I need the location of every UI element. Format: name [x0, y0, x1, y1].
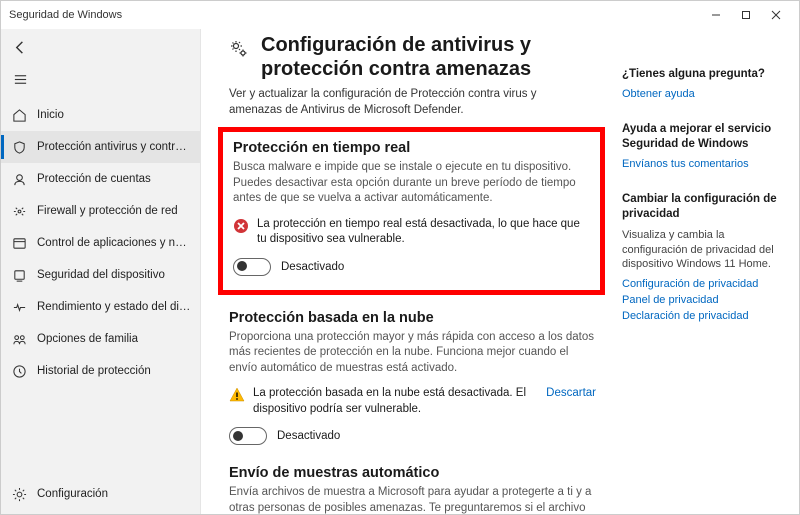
section-sample-submission: Envío de muestras automático Envía archi…	[229, 465, 596, 514]
rail-privacy-desc: Visualiza y cambia la configuración de p…	[622, 228, 785, 273]
warning-icon	[229, 387, 245, 403]
right-rail: ¿Tienes alguna pregunta? Obtener ayuda A…	[614, 29, 799, 514]
rail-privacy: Cambiar la configuración de privacidad V…	[622, 192, 785, 322]
nav-family-options[interactable]: Opciones de familia	[1, 323, 200, 355]
nav-protection-history[interactable]: Historial de protección	[1, 355, 200, 387]
window-title: Seguridad de Windows	[9, 9, 122, 21]
toggle-track	[233, 258, 271, 276]
rail-help-title: ¿Tienes alguna pregunta?	[622, 67, 785, 82]
cloud-dismiss-link[interactable]: Descartar	[546, 386, 596, 402]
rail-privacy-title: Cambiar la configuración de privacidad	[622, 192, 785, 222]
rail-feedback-title: Ayuda a mejorar el servicio Seguridad de…	[622, 122, 785, 152]
rail-help: ¿Tienes alguna pregunta? Obtener ayuda	[622, 67, 785, 100]
cloud-desc: Proporciona una protección mayor y más r…	[229, 330, 596, 377]
nav-device-security[interactable]: Seguridad del dispositivo	[1, 259, 200, 291]
device-security-icon	[11, 267, 27, 283]
gear-icon	[11, 486, 27, 502]
nav-account-protection[interactable]: Protección de cuentas	[1, 163, 200, 195]
window-minimize-button[interactable]	[701, 3, 731, 27]
app-control-icon	[11, 235, 27, 251]
page-title: Configuración de antivirus y protección …	[261, 33, 596, 81]
samples-desc: Envía archivos de muestra a Microsoft pa…	[229, 485, 596, 514]
realtime-toggle[interactable]: Desactivado	[233, 258, 590, 276]
account-icon	[11, 171, 27, 187]
nav-app-browser-control[interactable]: Control de aplicaciones y navegador	[1, 227, 200, 259]
realtime-toggle-label: Desactivado	[281, 261, 344, 273]
cloud-toggle-label: Desactivado	[277, 430, 340, 442]
window-maximize-button[interactable]	[731, 3, 761, 27]
cloud-title: Protección basada en la nube	[229, 310, 596, 326]
privacy-dashboard-link[interactable]: Panel de privacidad	[622, 294, 785, 306]
home-icon	[11, 107, 27, 123]
content-area: Configuración de antivirus y protección …	[201, 29, 614, 514]
error-icon	[233, 218, 249, 234]
nav-firewall[interactable]: Firewall y protección de red	[1, 195, 200, 227]
family-icon	[11, 331, 27, 347]
cloud-alert: La protección basada en la nube está des…	[229, 386, 596, 417]
menu-button[interactable]	[3, 63, 37, 95]
realtime-title: Protección en tiempo real	[233, 140, 590, 156]
nav-device-performance[interactable]: Rendimiento y estado del dispositivo	[1, 291, 200, 323]
rail-feedback: Ayuda a mejorar el servicio Seguridad de…	[622, 122, 785, 170]
samples-title: Envío de muestras automático	[229, 465, 596, 481]
page-gear-icon	[229, 33, 249, 61]
sidebar: Inicio Protección antivirus y contra ame…	[1, 29, 201, 514]
realtime-desc: Busca malware e impide que se instale o …	[233, 160, 590, 207]
toggle-track	[229, 427, 267, 445]
health-icon	[11, 299, 27, 315]
firewall-icon	[11, 203, 27, 219]
nav-settings[interactable]: Configuración	[1, 478, 200, 510]
nav-virus-protection[interactable]: Protección antivirus y contra amenazas	[1, 131, 200, 163]
section-cloud-protection: Protección basada en la nube Proporciona…	[229, 310, 596, 446]
back-button[interactable]	[3, 31, 37, 63]
get-help-link[interactable]: Obtener ayuda	[622, 88, 785, 100]
cloud-alert-text: La protección basada en la nube está des…	[253, 386, 528, 417]
nav-list: Inicio Protección antivirus y contra ame…	[1, 99, 200, 478]
feedback-link[interactable]: Envíanos tus comentarios	[622, 158, 785, 170]
section-realtime-protection: Protección en tiempo real Busca malware …	[223, 132, 600, 290]
realtime-alert-text: La protección en tiempo real está desact…	[257, 217, 590, 248]
cloud-toggle[interactable]: Desactivado	[229, 427, 596, 445]
title-bar: Seguridad de Windows	[1, 1, 799, 29]
window-close-button[interactable]	[761, 3, 791, 27]
nav-home[interactable]: Inicio	[1, 99, 200, 131]
shield-icon	[11, 139, 27, 155]
page-description: Ver y actualizar la configuración de Pro…	[229, 87, 589, 118]
realtime-alert: La protección en tiempo real está desact…	[233, 217, 590, 248]
privacy-statement-link[interactable]: Declaración de privacidad	[622, 310, 785, 322]
history-icon	[11, 363, 27, 379]
privacy-settings-link[interactable]: Configuración de privacidad	[622, 278, 785, 290]
